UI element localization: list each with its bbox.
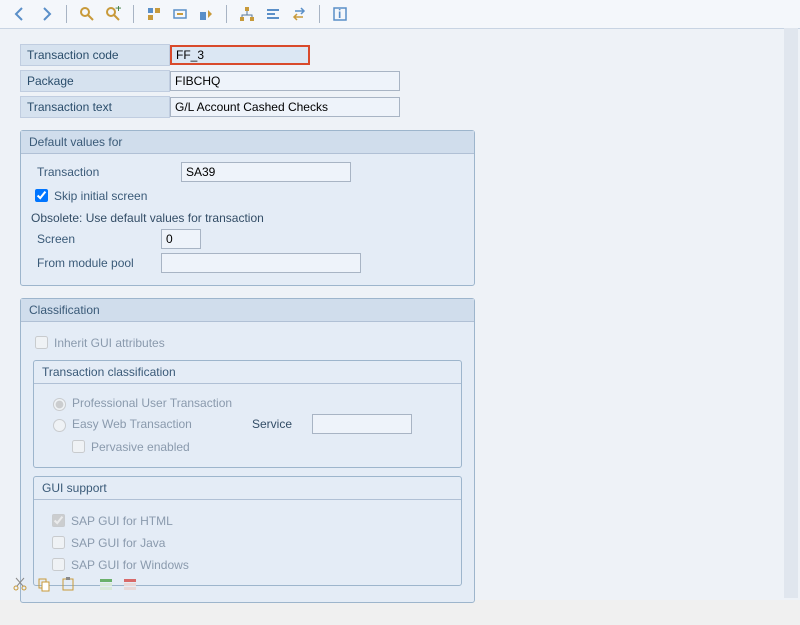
professional-radio: [53, 398, 66, 411]
back-icon[interactable]: [10, 4, 30, 24]
text-input: [170, 97, 400, 117]
svg-text:+: +: [115, 6, 121, 15]
package-label: Package: [20, 70, 170, 92]
skip-initial-label: Skip initial screen: [54, 189, 147, 203]
cut-icon[interactable]: [10, 574, 30, 594]
gui-title: GUI support: [34, 477, 461, 500]
align-icon[interactable]: [263, 4, 283, 24]
find-icon[interactable]: [77, 4, 97, 24]
easy-web-label: Easy Web Transaction: [72, 417, 252, 431]
paste-icon[interactable]: [58, 574, 78, 594]
gui-html-checkbox: [52, 514, 65, 527]
classification-group: Classification Inherit GUI attributes Tr…: [20, 298, 475, 603]
service-label: Service: [252, 417, 312, 431]
forward-icon[interactable]: [36, 4, 56, 24]
other-object-icon[interactable]: [170, 4, 190, 24]
pool-label: From module pool: [31, 253, 161, 273]
separator: [226, 5, 227, 23]
gui-html-label: SAP GUI for HTML: [71, 514, 173, 528]
pervasive-label: Pervasive enabled: [91, 440, 190, 454]
pool-input: [161, 253, 361, 273]
pervasive-checkbox: [72, 440, 85, 453]
screen-input: [161, 229, 201, 249]
inherit-label: Inherit GUI attributes: [54, 336, 165, 350]
separator: [133, 5, 134, 23]
default-values-group: Default values for Transaction Skip init…: [20, 130, 475, 286]
bottom-toolbar: [10, 574, 140, 594]
gui-win-label: SAP GUI for Windows: [71, 558, 189, 572]
screen-label: Screen: [31, 229, 161, 249]
where-used-icon[interactable]: [144, 4, 164, 24]
obsolete-text: Obsolete: Use default values for transac…: [31, 211, 464, 225]
hierarchy-icon[interactable]: [237, 4, 257, 24]
info-icon[interactable]: i: [330, 4, 350, 24]
tcode-input[interactable]: [170, 45, 310, 65]
gui-java-checkbox: [52, 536, 65, 549]
main-toolbar: + i: [0, 0, 800, 29]
professional-label: Professional User Transaction: [72, 396, 232, 410]
service-input: [312, 414, 412, 434]
inherit-checkbox: [35, 336, 48, 349]
separator: [319, 5, 320, 23]
tcode-label: Transaction code: [20, 44, 170, 66]
default-values-title: Default values for: [21, 131, 474, 154]
export-icon[interactable]: [196, 4, 216, 24]
gui-win-checkbox: [52, 558, 65, 571]
copy-icon[interactable]: [34, 574, 54, 594]
svg-text:i: i: [338, 7, 341, 21]
transaction-input: [181, 162, 351, 182]
delete-row-icon[interactable]: [120, 574, 140, 594]
skip-initial-checkbox[interactable]: [35, 189, 48, 202]
separator: [66, 5, 67, 23]
package-input: [170, 71, 400, 91]
classification-title: Classification: [21, 299, 474, 322]
tc-title: Transaction classification: [34, 361, 461, 384]
transaction-classification-group: Transaction classification Professional …: [33, 360, 462, 468]
scrollbar[interactable]: [784, 28, 798, 598]
text-label: Transaction text: [20, 96, 170, 118]
gui-support-group: GUI support SAP GUI for HTML SAP GUI for…: [33, 476, 462, 586]
find-next-icon[interactable]: +: [103, 4, 123, 24]
easy-web-radio: [53, 419, 66, 432]
switch-icon[interactable]: [289, 4, 309, 24]
gui-java-label: SAP GUI for Java: [71, 536, 165, 550]
insert-row-icon[interactable]: [96, 574, 116, 594]
transaction-label: Transaction: [31, 162, 181, 182]
